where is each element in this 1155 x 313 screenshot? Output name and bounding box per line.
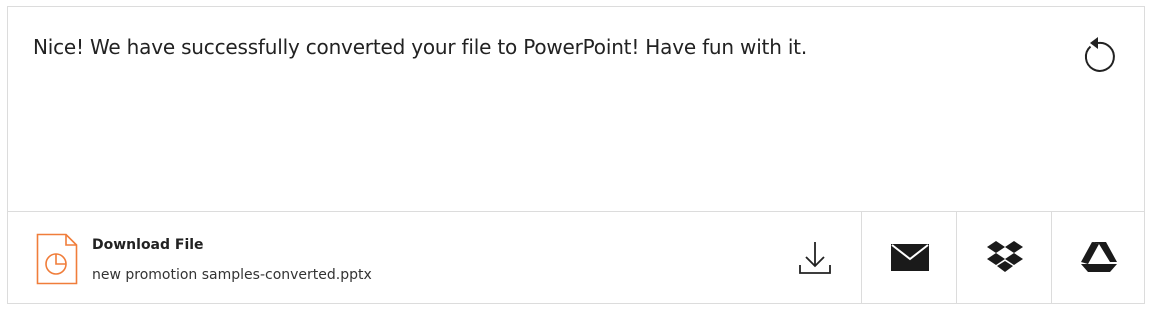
pptx-file-icon [36,233,78,285]
google-drive-button[interactable] [1051,211,1146,303]
envelope-icon [890,244,929,271]
download-button[interactable] [768,211,861,303]
google-drive-icon [1081,242,1117,272]
file-name[interactable]: new promotion samples-converted.pptx [92,267,372,283]
email-button[interactable] [861,211,957,303]
success-message: Nice! We have successfully converted you… [33,35,807,59]
download-bar: Download File new promotion samples-conv… [8,211,1144,303]
dropbox-button[interactable] [956,211,1052,303]
download-icon [798,242,831,274]
conversion-result-card: Nice! We have successfully converted you… [7,6,1145,304]
dropbox-icon [986,241,1023,272]
restart-icon [1084,37,1115,72]
result-message-area: Nice! We have successfully converted you… [8,7,1144,212]
download-file-title: Download File [92,237,204,253]
restart-button[interactable] [1076,33,1120,77]
